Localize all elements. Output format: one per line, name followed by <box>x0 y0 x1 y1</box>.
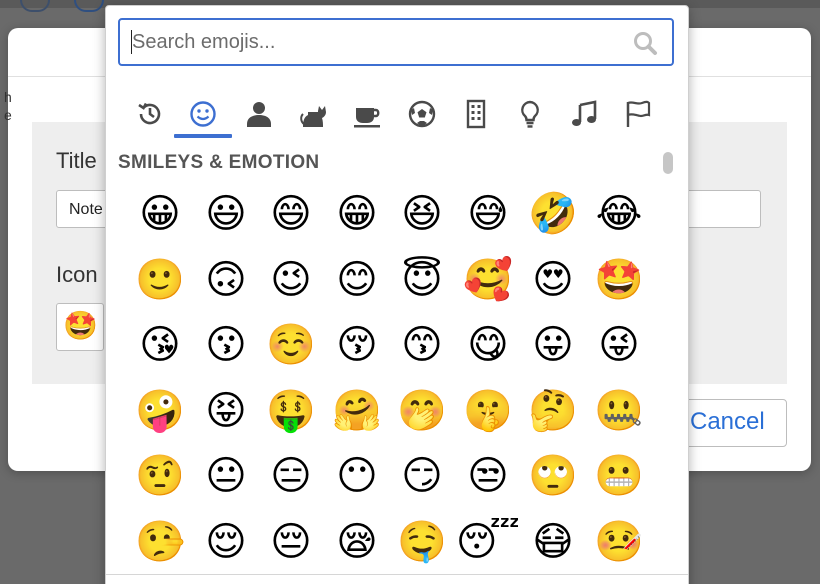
emoji-button[interactable]: 😆 <box>392 184 452 244</box>
emoji-button[interactable]: 🤣 <box>523 184 583 244</box>
smiley-icon <box>190 101 216 127</box>
emoji-button[interactable]: 🤭 <box>392 381 452 441</box>
emoji-button[interactable]: 🙃 <box>196 250 256 310</box>
search-input[interactable] <box>120 20 620 64</box>
active-tab-indicator <box>174 134 232 138</box>
flag-icon <box>626 100 651 127</box>
emoji-button[interactable]: 😅 <box>458 184 518 244</box>
emoji-button[interactable]: 😌 <box>196 512 256 572</box>
emoji-button[interactable]: 😍 <box>523 250 583 310</box>
emoji-button[interactable]: 😊 <box>327 250 387 310</box>
emoji-button[interactable]: 🤨 <box>130 446 190 506</box>
icon-label: Icon <box>56 262 98 287</box>
emoji-button[interactable]: 😶 <box>327 446 387 506</box>
cancel-button[interactable]: Cancel <box>675 399 787 447</box>
emoji-button[interactable]: 😄 <box>261 184 321 244</box>
tab-recent[interactable] <box>128 94 172 134</box>
tab-food-drink[interactable] <box>345 94 389 134</box>
soccer-ball-icon <box>408 100 436 128</box>
tab-activities[interactable] <box>400 94 444 134</box>
emoji-button[interactable]: 😘 <box>130 315 190 375</box>
emoji-button[interactable]: 🤥 <box>130 512 190 572</box>
emoji-button[interactable]: 😷 <box>523 512 583 572</box>
search-box[interactable] <box>118 18 674 66</box>
tab-travel-places[interactable] <box>454 94 498 134</box>
cat-icon <box>300 106 326 127</box>
emoji-button[interactable]: 😝 <box>196 381 256 441</box>
emoji-button[interactable]: 😬 <box>589 446 649 506</box>
emoji-button[interactable]: 🤔 <box>523 381 583 441</box>
category-heading: SMILEYS & EMOTION <box>118 152 320 173</box>
emoji-button[interactable]: 🤗 <box>327 381 387 441</box>
emoji-button[interactable]: 🤪 <box>130 381 190 441</box>
search-icon <box>634 32 657 55</box>
emoji-picker: SMILEYS & EMOTION 😀😃😄😁😆😅🤣😂 🙂🙃😉😊😇🥰😍🤩 😘😗☺️😚😙… <box>105 5 689 584</box>
emoji-button[interactable]: 😇 <box>392 250 452 310</box>
emoji-button[interactable]: 😚 <box>327 315 387 375</box>
tab-flags[interactable] <box>616 94 660 134</box>
category-tabs <box>128 94 668 138</box>
coffee-cup-icon <box>354 108 380 128</box>
tab-people-body[interactable] <box>237 94 281 134</box>
building-icon <box>466 99 486 129</box>
emoji-button[interactable]: 😉 <box>261 250 321 310</box>
dialog-partial-text: h e <box>4 89 12 123</box>
emoji-button[interactable]: 😙 <box>392 315 452 375</box>
tab-animals-nature[interactable] <box>291 94 335 134</box>
emoji-button[interactable]: 🙂 <box>130 250 190 310</box>
emoji-button[interactable]: 😗 <box>196 315 256 375</box>
emoji-button[interactable]: 😋 <box>458 315 518 375</box>
title-label: Title <box>56 148 97 173</box>
tab-smileys-emotion[interactable] <box>181 94 225 134</box>
clock-history-icon <box>138 102 161 125</box>
icon-picker-button[interactable]: 🤩 <box>56 303 104 351</box>
emoji-button[interactable]: 😛 <box>523 315 583 375</box>
emoji-button[interactable]: 😃 <box>196 184 256 244</box>
emoji-button[interactable]: 🤩 <box>589 250 649 310</box>
lightbulb-icon <box>521 100 539 128</box>
emoji-button[interactable]: 😀 <box>130 184 190 244</box>
emoji-button[interactable]: 😏 <box>392 446 452 506</box>
emoji-button[interactable]: 😪 <box>327 512 387 572</box>
scrollbar-thumb[interactable] <box>663 152 673 174</box>
emoji-button[interactable]: 🤒 <box>589 512 649 572</box>
emoji-button[interactable]: 🥰 <box>458 250 518 310</box>
music-note-icon <box>572 100 597 126</box>
emoji-button[interactable]: 😜 <box>589 315 649 375</box>
emoji-button[interactable]: 😴 <box>456 512 520 572</box>
emoji-button[interactable]: ☺️ <box>261 315 321 375</box>
person-icon <box>247 102 271 127</box>
emoji-button[interactable]: 😔 <box>261 512 321 572</box>
tab-symbols[interactable] <box>562 94 606 134</box>
emoji-button[interactable]: 😒 <box>458 446 518 506</box>
picker-footer-divider <box>106 574 688 575</box>
emoji-button[interactable]: 🤤 <box>392 512 452 572</box>
emoji-button[interactable]: 😑 <box>261 446 321 506</box>
emoji-button[interactable]: 🤫 <box>458 381 518 441</box>
selected-emoji: 🤩 <box>63 310 98 341</box>
tab-objects[interactable] <box>508 94 552 134</box>
emoji-button[interactable]: 🤑 <box>261 381 321 441</box>
emoji-button[interactable]: 🤐 <box>589 381 649 441</box>
emoji-button[interactable]: 🙄 <box>523 446 583 506</box>
text-caret <box>131 30 132 54</box>
emoji-button[interactable]: 😂 <box>589 184 649 244</box>
emoji-button[interactable]: 😐 <box>196 446 256 506</box>
emoji-button[interactable]: 😁 <box>327 184 387 244</box>
